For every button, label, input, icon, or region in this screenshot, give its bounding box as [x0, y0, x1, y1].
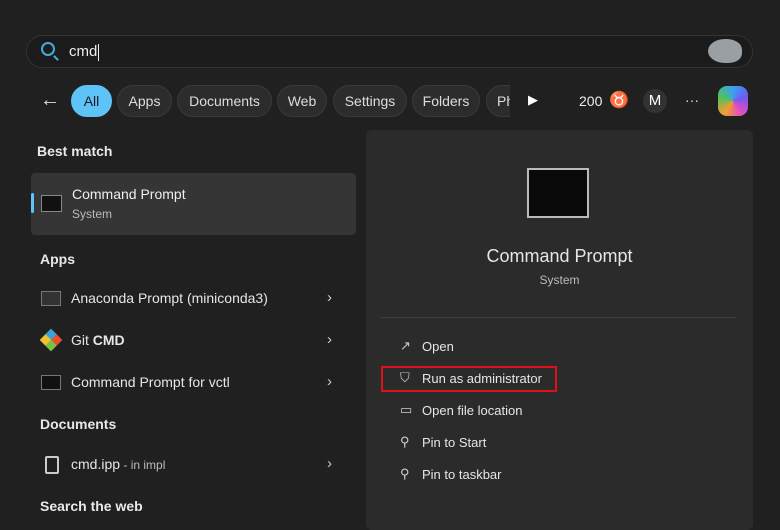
- chevron-right-icon[interactable]: ›: [327, 373, 332, 390]
- item-label: Anaconda Prompt (miniconda3): [71, 290, 268, 306]
- folder-icon: ▭: [400, 402, 413, 417]
- list-item[interactable]: Git CMD ›: [31, 320, 356, 362]
- apps-heading: Apps: [40, 251, 75, 267]
- tab-web[interactable]: Web: [277, 85, 327, 117]
- list-item[interactable]: Command Prompt for vctl ›: [31, 362, 356, 404]
- command-prompt-icon: [41, 195, 62, 212]
- more-options-button[interactable]: ···: [685, 92, 699, 108]
- pin-icon: ⚲: [400, 434, 410, 449]
- chevron-right-icon[interactable]: ›: [327, 289, 332, 306]
- shield-icon: ⛉: [400, 370, 410, 385]
- best-match-heading: Best match: [37, 143, 113, 159]
- preview-title: Command Prompt: [486, 246, 633, 266]
- list-item[interactable]: Anaconda Prompt (miniconda3) ›: [31, 278, 356, 320]
- pin-icon: ⚲: [400, 466, 410, 481]
- best-match-title: Command Prompt: [72, 186, 186, 202]
- chevron-right-icon[interactable]: ›: [327, 455, 332, 472]
- tab-photos[interactable]: Ph: [486, 85, 510, 117]
- anaconda-prompt-icon: [41, 291, 61, 306]
- divider: [380, 317, 737, 318]
- action-label: Open file location: [422, 403, 523, 418]
- action-label: Pin to taskbar: [422, 467, 502, 482]
- chevron-right-icon[interactable]: ›: [327, 331, 332, 348]
- search-box[interactable]: cmd: [26, 35, 753, 68]
- profile-avatar[interactable]: M: [643, 89, 667, 113]
- selection-indicator: [31, 193, 34, 213]
- preview-subtitle: System: [539, 273, 580, 287]
- scroll-right-button[interactable]: ▶: [528, 92, 538, 108]
- action-label: Run as administrator: [422, 371, 542, 386]
- rewards-icon[interactable]: ♉: [609, 90, 629, 110]
- best-match-item[interactable]: Command Prompt System: [31, 173, 356, 235]
- document-icon: [45, 456, 59, 474]
- best-match-subtitle: System: [72, 207, 113, 221]
- list-item[interactable]: cmd.ipp - in impl ›: [31, 444, 356, 486]
- search-highlight-image[interactable]: [708, 39, 742, 63]
- git-icon: [39, 328, 63, 352]
- item-label: cmd.ipp - in impl: [71, 456, 166, 472]
- command-prompt-icon: [41, 375, 61, 390]
- search-icon: [41, 42, 55, 56]
- action-label: Pin to Start: [422, 435, 487, 450]
- back-button[interactable]: ←: [40, 89, 60, 112]
- tab-documents[interactable]: Documents: [177, 85, 272, 117]
- documents-heading: Documents: [40, 416, 117, 432]
- item-label: Git CMD: [71, 332, 125, 348]
- tab-all[interactable]: All: [71, 85, 112, 117]
- tab-folders[interactable]: Folders: [412, 85, 480, 117]
- open-icon: ↗: [400, 338, 411, 353]
- search-web-heading: Search the web: [40, 498, 143, 514]
- preview-panel: Command Prompt System ↗ Open ⛉ Run as admi…: [366, 130, 753, 530]
- search-input[interactable]: cmd: [69, 43, 100, 61]
- item-label: Command Prompt for vctl: [71, 374, 230, 390]
- tab-apps[interactable]: Apps: [117, 85, 172, 117]
- copilot-icon[interactable]: [718, 86, 748, 116]
- tab-settings[interactable]: Settings: [333, 85, 407, 117]
- action-label: Open: [422, 339, 454, 354]
- command-prompt-large-icon: [527, 168, 589, 218]
- rewards-points[interactable]: 200: [579, 93, 602, 109]
